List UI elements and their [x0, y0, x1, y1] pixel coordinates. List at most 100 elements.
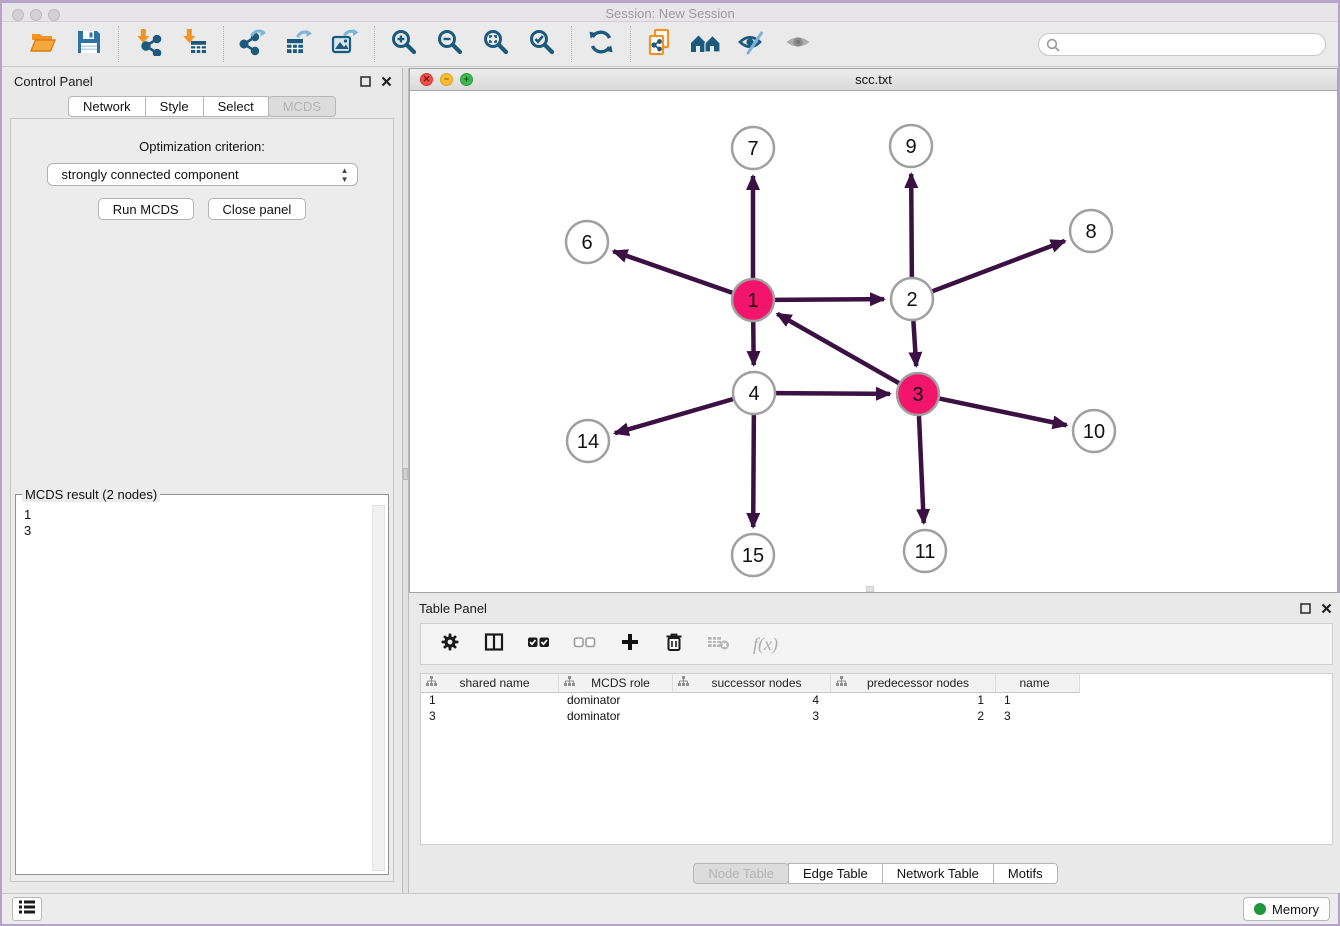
zoom-out-button[interactable]: [435, 29, 465, 59]
column-header-shared-name[interactable]: shared name: [421, 674, 559, 693]
column-header-predecessor-nodes[interactable]: predecessor nodes: [831, 674, 996, 693]
table-cell[interactable]: 1: [421, 693, 559, 709]
search-container: [1038, 33, 1326, 56]
status-bar: Memory: [2, 893, 1338, 924]
export-table-button[interactable]: [284, 29, 314, 59]
tab-edge-table[interactable]: Edge Table: [788, 863, 883, 884]
edge-2-9[interactable]: [911, 174, 912, 277]
refresh-button[interactable]: [586, 29, 616, 59]
edge-4-3[interactable]: [776, 393, 890, 394]
node-label-1: 1: [747, 290, 758, 312]
delete-table-button[interactable]: [707, 632, 731, 657]
import-network-button[interactable]: [133, 29, 163, 59]
hide-selected-button[interactable]: [737, 29, 767, 59]
network-graph[interactable]: 7968124314101511: [410, 91, 1337, 592]
export-network-button[interactable]: [238, 29, 268, 59]
float-panel-icon[interactable]: [360, 74, 371, 92]
node-table[interactable]: shared nameMCDS role successor nodesprede…: [420, 673, 1333, 845]
import-table-button[interactable]: [179, 29, 209, 59]
hierarchy-icon: [678, 676, 689, 690]
table-cell[interactable]: 3: [673, 709, 831, 725]
table-cell[interactable]: 3: [421, 709, 559, 725]
optimization-criterion-label: Optimization criterion:: [11, 139, 393, 154]
mcds-result-box: MCDS result (2 nodes) 13: [15, 494, 389, 875]
zoom-selected-button[interactable]: [527, 29, 557, 59]
tab-node-table[interactable]: Node Table: [693, 863, 789, 884]
network-window-titlebar[interactable]: ✕ − + scc.txt: [410, 69, 1337, 91]
delete-table-icon: [707, 632, 731, 657]
run-mcds-button[interactable]: Run MCDS: [98, 198, 194, 220]
edge-1-2[interactable]: [775, 299, 884, 300]
table-settings-button[interactable]: [439, 632, 461, 657]
table-cell[interactable]: 1: [996, 693, 1080, 709]
table-cell[interactable]: 3: [996, 709, 1080, 725]
houses-icon: [690, 28, 722, 61]
network-title: scc.txt: [410, 72, 1337, 87]
close-panel-button[interactable]: Close panel: [208, 198, 307, 220]
tab-network[interactable]: Network: [68, 96, 146, 117]
result-line: 1: [24, 507, 388, 523]
export-image-button[interactable]: [330, 29, 360, 59]
delete-column-button[interactable]: [663, 632, 685, 657]
table-row[interactable]: 3dominator323: [421, 709, 1332, 725]
open-folder-icon: [29, 28, 57, 61]
tab-motifs[interactable]: Motifs: [993, 863, 1058, 884]
edge-3-1[interactable]: [777, 314, 899, 383]
control-panel-tabs: NetworkStyleSelectMCDS: [2, 96, 402, 117]
hierarchy-icon: [426, 676, 437, 690]
function-builder-button[interactable]: f(x): [753, 634, 778, 655]
zoom-in-button[interactable]: [389, 29, 419, 59]
edge-1-6[interactable]: [613, 251, 732, 293]
panel-splitter[interactable]: [402, 68, 409, 893]
criterion-dropdown[interactable]: strongly connected component ▲▼: [47, 163, 358, 186]
deselect-all-button[interactable]: [573, 632, 597, 657]
float-table-panel-icon[interactable]: [1300, 601, 1311, 619]
import-network-icon: [134, 28, 162, 61]
memory-button[interactable]: Memory: [1243, 897, 1330, 921]
split-view-button[interactable]: [483, 632, 505, 657]
open-session-button[interactable]: [28, 29, 58, 59]
edge-4-14[interactable]: [615, 399, 733, 433]
column-label: successor nodes: [689, 676, 830, 690]
main-toolbar: [2, 22, 1338, 67]
tab-select[interactable]: Select: [203, 96, 269, 117]
task-history-button[interactable]: [12, 897, 42, 921]
canvas-resize-handle[interactable]: [866, 586, 874, 592]
column-header-name[interactable]: name: [996, 674, 1080, 693]
edge-3-11[interactable]: [919, 416, 924, 523]
table-cell[interactable]: dominator: [559, 693, 673, 709]
tab-style[interactable]: Style: [145, 96, 204, 117]
add-column-button[interactable]: [619, 632, 641, 657]
tab-mcds[interactable]: MCDS: [268, 96, 336, 117]
node-label-2: 2: [906, 289, 917, 311]
result-line: 3: [24, 523, 388, 539]
close-panel-icon[interactable]: [381, 74, 392, 92]
duplicate-network-button[interactable]: [645, 29, 675, 59]
search-input[interactable]: [1038, 33, 1326, 56]
result-scrollbar[interactable]: [372, 505, 385, 871]
tab-network-table[interactable]: Network Table: [882, 863, 994, 884]
column-header-MCDS-role[interactable]: MCDS role: [559, 674, 673, 693]
table-cell[interactable]: 2: [831, 709, 996, 725]
select-all-button[interactable]: [527, 632, 551, 657]
close-table-panel-icon[interactable]: [1321, 601, 1332, 619]
zoom-fit-button[interactable]: [481, 29, 511, 59]
network-canvas[interactable]: 7968124314101511: [410, 91, 1337, 592]
table-cell[interactable]: 4: [673, 693, 831, 709]
save-session-button[interactable]: [74, 29, 104, 59]
unchecked-boxes-icon: [573, 632, 597, 657]
table-cell[interactable]: 1: [831, 693, 996, 709]
network-window: ✕ − + scc.txt 7968124314101511: [409, 68, 1338, 593]
edge-2-3[interactable]: [913, 321, 916, 366]
splitter-handle-icon[interactable]: [403, 468, 408, 480]
first-neighbors-button[interactable]: [691, 29, 721, 59]
edge-2-8[interactable]: [933, 241, 1065, 291]
table-row[interactable]: 1dominator411: [421, 693, 1332, 709]
show-all-button[interactable]: [783, 29, 813, 59]
table-cell[interactable]: dominator: [559, 709, 673, 725]
mcds-result-legend: MCDS result (2 nodes): [22, 487, 160, 502]
edge-3-10[interactable]: [940, 399, 1067, 426]
column-header-successor-nodes[interactable]: successor nodes: [673, 674, 831, 693]
edge-4-15[interactable]: [753, 415, 754, 527]
search-icon: [1045, 37, 1061, 58]
